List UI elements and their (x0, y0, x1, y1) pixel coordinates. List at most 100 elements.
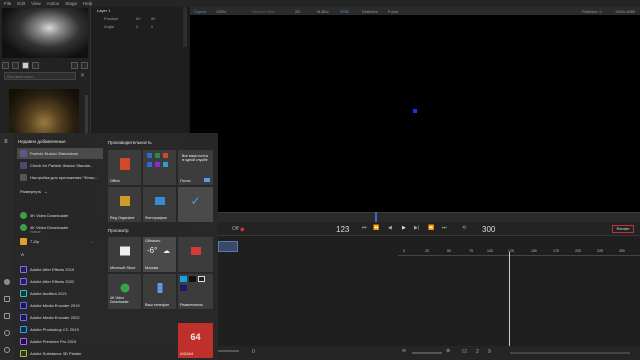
motion-blur-button[interactable]: M-Blur (317, 9, 329, 14)
settings-icon[interactable] (81, 62, 88, 69)
app-list-item[interactable]: Adobe After Effects 2022 (20, 276, 74, 287)
menu-view[interactable]: View (31, 1, 41, 6)
app-list-item[interactable]: Adobe After Effects 2019 (20, 264, 74, 275)
letter-header[interactable]: A (21, 252, 24, 257)
loop-icon[interactable]: ⟲ (462, 225, 466, 231)
step-back-icon[interactable]: ⏪ (373, 225, 379, 231)
media-encoder-icon (20, 302, 27, 309)
rgb-button[interactable]: RGB (340, 9, 349, 14)
menu-help[interactable]: Help (83, 1, 92, 6)
emitter-thumbnail-image[interactable] (9, 89, 79, 137)
tick-label: 100 (487, 249, 493, 253)
hamburger-icon[interactable]: ≡ (4, 139, 8, 145)
preset-scrollbar[interactable] (85, 95, 88, 135)
view-2d-button[interactable]: 2D (295, 9, 300, 14)
news-tile[interactable] (178, 237, 213, 272)
office-apps-tile[interactable] (143, 150, 176, 185)
documents-icon[interactable] (4, 296, 10, 302)
view-list-icon[interactable] (12, 62, 19, 69)
layer-clip[interactable] (218, 241, 238, 252)
timeline-cursor[interactable] (509, 252, 510, 348)
deflector-button[interactable]: Deflector (362, 9, 378, 14)
recent-app-item[interactable]: Настройка для приложения "Флэш... (20, 172, 98, 183)
emitter-handle[interactable] (413, 109, 417, 113)
viewer-zoom[interactable]: 100% (216, 9, 226, 14)
bottom-value-a[interactable]: 0 (252, 349, 255, 355)
view-large-icon[interactable] (22, 62, 29, 69)
preset-search-input[interactable] (4, 72, 76, 80)
pictures-icon[interactable] (4, 313, 10, 319)
prop-position-x[interactable]: 60 (136, 16, 140, 21)
end-frame[interactable]: 300 (482, 225, 495, 234)
zoom-out-icon[interactable]: ⊖ (402, 348, 406, 354)
photos-tile[interactable]: Фотографии (143, 187, 176, 222)
emitter-preview-image[interactable] (2, 8, 88, 58)
bottom-value-b[interactable]: 2 (476, 349, 479, 355)
app-list-item[interactable]: Adobe Media Encoder 2022 (20, 312, 80, 323)
timeline-zoom-slider[interactable] (412, 352, 442, 354)
app-list-item[interactable]: 4K Video Downloader (20, 222, 69, 233)
next-frame-icon[interactable]: ▶| (414, 225, 419, 231)
prime-video-icon (180, 276, 187, 282)
properties-scrollbar[interactable] (183, 7, 187, 47)
office-tile[interactable]: Office (108, 150, 141, 185)
recent-app-item[interactable]: Check for Particle Illusion Standal... (20, 160, 93, 171)
reg-organizer-tile[interactable]: Reg Organizer (108, 187, 141, 222)
app-list-item[interactable]: Adobe Substance 3D Painter (20, 348, 82, 359)
menu-edit[interactable]: Edit (17, 1, 25, 6)
preset-panel: ✕ (0, 7, 90, 137)
tick-label: 75 (469, 249, 473, 253)
off-label[interactable]: Off (232, 226, 239, 232)
app-list-item[interactable]: Adobe Premiere Pro 2019 (20, 336, 76, 347)
prop-angle-y[interactable]: 0 (151, 24, 153, 29)
menu-file[interactable]: File (4, 1, 11, 6)
timeline-frame-ruler[interactable]: 0 25 50 75 100 125 150 175 200 225 250 (398, 246, 640, 256)
go-end-icon[interactable]: ⏭ (442, 225, 447, 231)
app-list-item[interactable]: 7-Zip ⌄ (20, 236, 93, 247)
playhead[interactable] (375, 212, 377, 222)
menu-stage[interactable]: Stage (65, 1, 77, 6)
play-icon[interactable]: ▶ (402, 225, 406, 231)
power-icon[interactable] (4, 347, 10, 353)
current-frame[interactable]: 123 (336, 225, 349, 234)
app-list-item[interactable]: Adobe Photoshop CC 2019 (20, 324, 79, 335)
zoom-in-icon[interactable]: ⊕ (446, 348, 450, 354)
user-avatar-icon[interactable] (4, 279, 10, 285)
clear-search-icon[interactable]: ✕ (80, 72, 87, 80)
phone-tile[interactable]: Ваш телефон (143, 274, 176, 309)
viewer-tab-scene[interactable]: Сцена (194, 9, 206, 14)
menu-action[interactable]: Action (47, 1, 60, 6)
render-view-button[interactable]: Render View (252, 9, 275, 14)
recent-app-item[interactable]: Particle Illusion Standalone (20, 148, 78, 159)
expand-button[interactable]: Развернуть ⌄ (20, 186, 48, 197)
bottom-value-c[interactable]: 9 (488, 349, 491, 355)
timeline-ruler[interactable] (190, 212, 640, 222)
prop-position-y[interactable]: 80 (151, 16, 155, 21)
video-downloader-tile[interactable]: 4K Video Downloader (108, 274, 141, 309)
layer-name[interactable]: Layer 1 (97, 8, 110, 13)
step-forward-icon[interactable]: ⏩ (428, 225, 434, 231)
prev-frame-icon[interactable]: ◀ (388, 225, 392, 231)
outlook-icon (147, 162, 152, 167)
entertainment-tile[interactable]: Развлечения (178, 274, 213, 309)
timeline-scrollbar[interactable] (510, 352, 630, 354)
settings-gear-icon[interactable] (4, 330, 10, 336)
stage-viewer[interactable] (190, 15, 640, 212)
folder-icon[interactable] (71, 62, 78, 69)
store-tile[interactable]: Microsoft Store (108, 237, 141, 272)
go-start-icon[interactable]: ⏮ (362, 225, 367, 231)
app-list-item[interactable]: 4K Video Downloader (20, 210, 69, 221)
app-list-item[interactable]: Adobe Audition 2021 (20, 288, 67, 299)
render-button[interactable]: Render (612, 225, 634, 233)
check-tile[interactable]: ✓ (178, 187, 213, 222)
record-icon[interactable]: ◆ (240, 226, 245, 233)
view-grid-icon[interactable] (2, 62, 9, 69)
view-small-icon[interactable] (32, 62, 39, 69)
aida64-tile[interactable]: 64 AIDA64 (178, 323, 213, 358)
zoom-level[interactable]: 62 (462, 349, 468, 355)
mail-tile[interactable]: Все ваши почты в одной службе Почта (178, 150, 213, 185)
prop-angle-x[interactable]: 0 (136, 24, 138, 29)
weather-tile[interactable]: Облачно -6° ☁ Москва (143, 237, 176, 272)
force-button[interactable]: Force (388, 9, 398, 14)
app-list-item[interactable]: Adobe Media Encoder 2019 (20, 300, 80, 311)
